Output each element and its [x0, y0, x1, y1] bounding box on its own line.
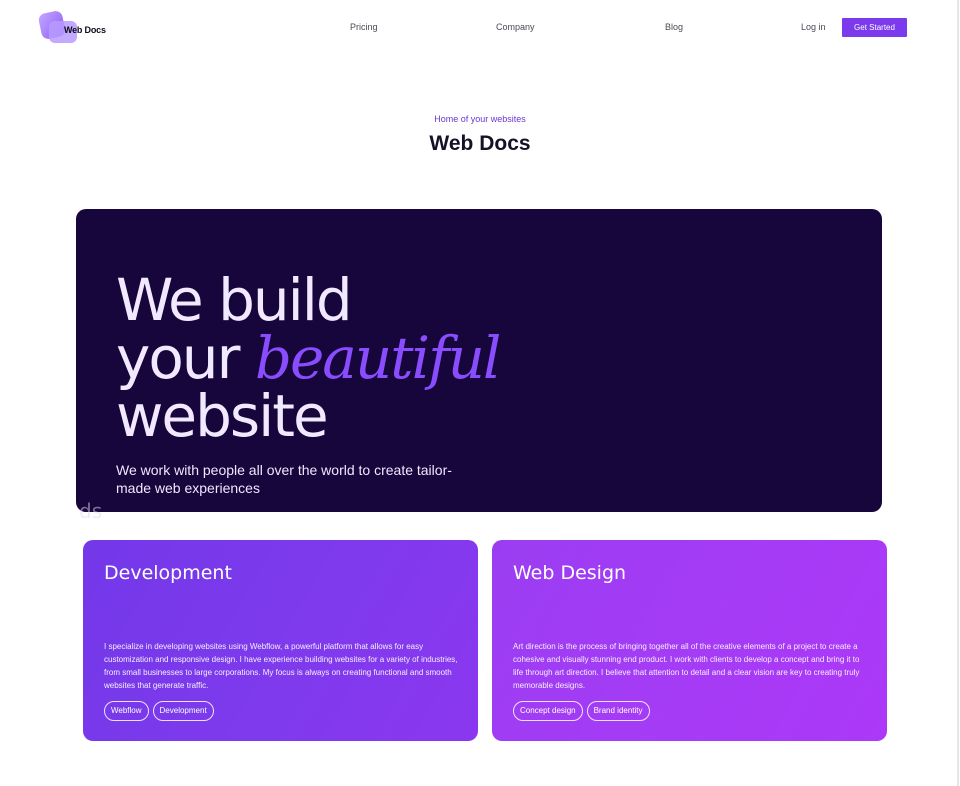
top-navigation: Web Docs Pricing Company Blog Log in Get… — [0, 0, 960, 56]
hero-banner: We build your beautiful website We work … — [76, 209, 882, 512]
tag-list: Webflow Development — [104, 701, 214, 721]
get-started-button[interactable]: Get Started — [842, 18, 907, 37]
page-title: Web Docs — [429, 132, 531, 155]
hero-subtitle: We work with people all over the world t… — [116, 462, 452, 496]
ghost-text-fragment: ds — [79, 499, 103, 523]
tag-list: Concept design Brand identity — [513, 701, 650, 721]
logo-text: Web Docs — [64, 25, 106, 35]
card-title: Development — [104, 562, 232, 584]
tag-development[interactable]: Development — [152, 701, 214, 721]
hero-headline: We build your beautiful website — [116, 266, 501, 450]
card-title: Web Design — [513, 562, 627, 584]
login-link[interactable]: Log in — [801, 22, 826, 32]
nav-link-pricing[interactable]: Pricing — [350, 22, 378, 32]
hero-line-2: your beautiful — [116, 329, 501, 387]
card-description: I specialize in developing websites usin… — [104, 642, 458, 690]
hero-line-3: website — [116, 382, 329, 450]
hero-line-1: We build — [116, 266, 353, 334]
nav-link-blog[interactable]: Blog — [665, 22, 683, 32]
eyebrow-text: Home of your websites — [434, 114, 526, 124]
tag-concept-design[interactable]: Concept design — [513, 701, 583, 721]
service-card-development[interactable]: Development I specialize in developing w… — [83, 540, 478, 741]
nav-link-company[interactable]: Company — [496, 22, 535, 32]
logo[interactable]: Web Docs — [37, 9, 130, 46]
service-card-web-design[interactable]: Web Design Art direction is the process … — [492, 540, 887, 741]
tag-webflow[interactable]: Webflow — [104, 701, 149, 721]
card-description: Art direction is the process of bringing… — [513, 642, 860, 690]
tag-brand-identity[interactable]: Brand identity — [586, 701, 650, 721]
